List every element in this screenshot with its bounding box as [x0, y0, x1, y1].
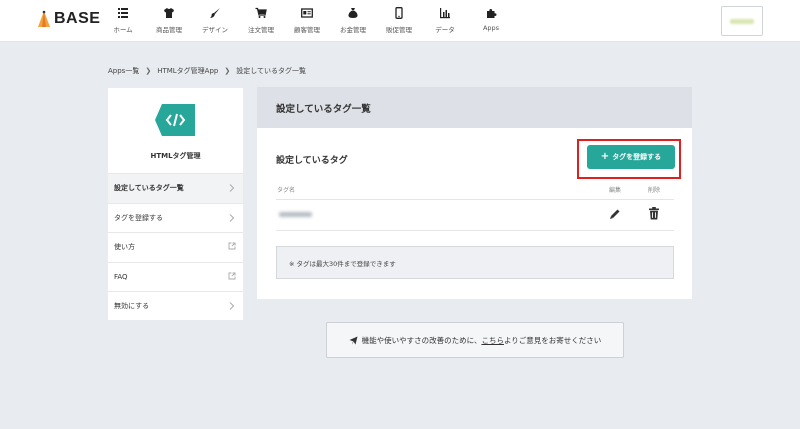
base-logo[interactable]: BASE: [37, 10, 100, 28]
register-tag-label: タグを登録する: [612, 153, 662, 161]
register-tag-button[interactable]: + タグを登録する: [587, 145, 675, 169]
breadcrumb-app[interactable]: HTMLタグ管理App: [157, 66, 218, 76]
breadcrumb-apps[interactable]: Apps一覧: [108, 66, 139, 76]
account-name-blurred: [730, 18, 754, 24]
tag-name-blurred: [279, 212, 312, 217]
plus-icon: +: [600, 151, 610, 162]
bar-chart-icon: [440, 8, 450, 19]
paper-plane-icon: [349, 336, 358, 344]
nav-item-apps[interactable]: Apps: [468, 5, 514, 34]
sidebar-item-label: タグを登録する: [114, 213, 163, 222]
sidebar-item-label: 無効にする: [114, 302, 150, 311]
phone-icon: [395, 7, 403, 19]
sidebar-item-tag-list[interactable]: 設定しているタグ一覧: [108, 173, 243, 203]
chevron-right-icon: ❯: [224, 67, 231, 75]
nav-label: デザイン: [202, 26, 228, 34]
feedback-link[interactable]: こちら: [481, 335, 504, 346]
cart-icon: [255, 7, 267, 18]
sidebar-menu: 設定しているタグ一覧 タグを登録する 使い方 FAQ 無効にする: [108, 173, 243, 321]
nav-item-home[interactable]: ホーム: [100, 5, 146, 34]
nav-label: お金管理: [340, 26, 366, 34]
column-header-delete: 削除: [648, 187, 661, 194]
section-title: 設定しているタグ: [276, 156, 348, 166]
tshirt-icon: [164, 8, 174, 18]
trash-icon[interactable]: [648, 207, 660, 220]
money-bag-icon: [348, 8, 358, 18]
tag-list-panel: 設定しているタグ一覧 設定しているタグ + タグを登録する タグ名 編集 削除 …: [257, 87, 692, 299]
sidebar-item-disable[interactable]: 無効にする: [108, 291, 243, 321]
sidebar-item-register-tag[interactable]: タグを登録する: [108, 202, 243, 233]
app-sidebar: HTMLタグ管理 設定しているタグ一覧 タグを登録する 使い方 FAQ 無効にす…: [108, 88, 243, 320]
nav-item-products[interactable]: 商品管理: [146, 5, 192, 34]
breadcrumb-current: 設定しているタグ一覧: [236, 67, 307, 75]
nav-label: Apps: [482, 24, 500, 32]
nav-label: データ: [435, 26, 455, 34]
external-link-icon: [228, 242, 236, 250]
chevron-right-icon: [229, 302, 235, 310]
logo-text: BASE: [54, 10, 101, 27]
nav-label: 販促管理: [386, 26, 412, 34]
nav-item-orders[interactable]: 注文管理: [238, 5, 284, 34]
chevron-right-icon: [229, 213, 235, 222]
tag-limit-note: ※ タグは最大30件まで登録できます: [276, 246, 674, 279]
chevron-right-icon: ❯: [145, 67, 152, 75]
feedback-text-after: よりご意見をお寄せください: [503, 335, 602, 345]
nav-label: 顧客管理: [294, 26, 320, 34]
sidebar-item-faq[interactable]: FAQ: [108, 261, 243, 292]
nav-item-data[interactable]: データ: [422, 5, 468, 34]
global-nav: ホーム 商品管理 デザイン 注文管理 顧客管理 お金管理 販促管理 データ Ap…: [100, 5, 514, 34]
nav-label: 商品管理: [156, 26, 182, 34]
top-bar: BASE ホーム 商品管理 デザイン 注文管理 顧客管理 お金管理 販促管理 デ…: [0, 0, 800, 42]
chevron-right-icon: [229, 184, 235, 192]
code-tag-icon: [155, 104, 195, 136]
external-link-icon: [228, 272, 236, 279]
table-header-divider: [276, 199, 674, 200]
feedback-banner[interactable]: 機能や使いやすさの改善のために、 こちら よりご意見をお寄せください: [326, 322, 624, 358]
sidebar-item-label: 設定しているタグ一覧: [114, 184, 184, 193]
nav-item-design[interactable]: デザイン: [192, 5, 238, 34]
account-menu-button[interactable]: [721, 6, 763, 36]
base-logo-icon: [38, 10, 50, 27]
column-header-edit: 編集: [609, 187, 622, 194]
puzzle-icon: [487, 9, 497, 18]
id-card-icon: [301, 8, 313, 18]
nav-item-promotion[interactable]: 販促管理: [376, 5, 422, 34]
breadcrumb: Apps一覧 ❯ HTMLタグ管理App ❯ 設定しているタグ一覧: [108, 66, 306, 76]
nav-item-customers[interactable]: 顧客管理: [284, 5, 330, 34]
app-name: HTMLタグ管理: [150, 152, 201, 160]
table-row-divider: [276, 230, 674, 231]
column-header-tag-name: タグ名: [277, 187, 296, 194]
panel-title: 設定しているタグ一覧: [257, 87, 692, 128]
sidebar-item-how-to[interactable]: 使い方: [108, 232, 243, 262]
nav-label: ホーム: [113, 26, 133, 34]
nav-label: 注文管理: [248, 26, 274, 34]
nav-item-money[interactable]: お金管理: [330, 5, 376, 34]
list-icon: [118, 8, 128, 18]
pencil-icon[interactable]: [609, 208, 621, 220]
sidebar-item-label: FAQ: [114, 272, 128, 281]
brush-icon: [210, 8, 220, 18]
feedback-text-before: 機能や使いやすさの改善のために、: [361, 335, 482, 345]
sidebar-item-label: 使い方: [114, 243, 135, 252]
